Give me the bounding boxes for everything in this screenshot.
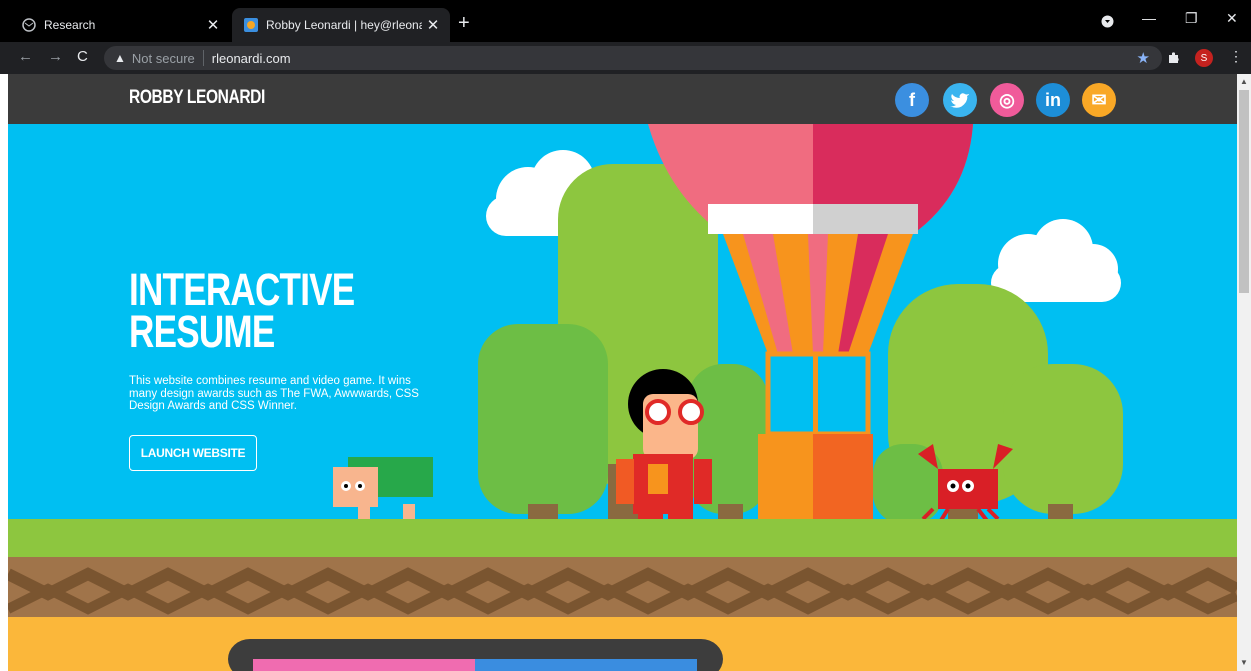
address-bar[interactable]: ▲ Not secure rleonardi.com ★	[104, 46, 1162, 70]
back-icon[interactable]: ←	[18, 48, 33, 65]
hero-description: This website combines resume and video g…	[129, 375, 419, 412]
tab-robby-leonardi[interactable]: Robby Leonardi | hey@rleonardi. ✕	[232, 8, 450, 42]
hero-title: INTERACTIVE RESUME	[129, 264, 355, 357]
scroll-up-arrow-icon[interactable]: ▲	[1240, 77, 1248, 86]
security-label: Not secure	[131, 50, 195, 66]
menu-icon[interactable]: ⋮	[1229, 48, 1243, 65]
dribbble-icon[interactable]: ◎	[990, 83, 1024, 117]
scroll-down-arrow-icon[interactable]: ▼	[1240, 658, 1248, 667]
forward-icon[interactable]: →	[48, 48, 63, 65]
twitter-icon[interactable]	[943, 83, 977, 117]
extensions-icon[interactable]	[1167, 51, 1181, 65]
tab-title: Research	[44, 18, 96, 32]
hero-title-line2: RESUME	[129, 306, 275, 357]
browser-tab-bar: Research ✕ Robby Leonardi | hey@rleonard…	[0, 0, 1251, 42]
url-text: rleonardi.com	[211, 50, 291, 66]
site-header: ROBBY LEONARDI f ◎ in ✉	[8, 74, 1237, 124]
page-scrollbar[interactable]: ▲ ▼	[1237, 74, 1251, 671]
facebook-icon[interactable]: f	[895, 83, 929, 117]
site-favicon-icon	[244, 18, 258, 32]
globe-icon	[22, 18, 36, 32]
window-close-icon[interactable]: ✕	[1226, 10, 1238, 27]
turtle-character	[333, 457, 433, 519]
divider	[202, 50, 204, 66]
restore-icon[interactable]: ❐	[1185, 10, 1198, 27]
star-icon[interactable]: ★	[1137, 49, 1150, 67]
tab-title: Robby Leonardi | hey@rleonardi.	[266, 18, 422, 32]
linkedin-icon[interactable]: in	[1036, 83, 1070, 117]
tab-search-icon[interactable]	[1101, 15, 1114, 28]
reload-icon[interactable]: C	[77, 48, 88, 65]
scroll-thumb[interactable]	[1239, 90, 1249, 293]
minimize-icon[interactable]: —	[1142, 10, 1156, 26]
profile-initial: S	[1200, 52, 1208, 64]
profile-avatar[interactable]: S	[1195, 49, 1213, 67]
grass-strip	[8, 519, 1237, 559]
warning-icon[interactable]: ▲	[114, 51, 126, 65]
browser-toolbar: ← → C ▲ Not secure rleonardi.com ★ S ⋮	[0, 42, 1251, 74]
close-tab-icon[interactable]: ✕	[202, 16, 224, 34]
tab-research[interactable]: Research ✕	[0, 8, 230, 42]
close-tab-icon[interactable]: ✕	[422, 16, 444, 34]
hero-title-line1: INTERACTIVE	[129, 264, 355, 315]
email-icon[interactable]: ✉	[1082, 83, 1116, 117]
new-tab-button[interactable]: +	[458, 12, 470, 34]
launch-website-button[interactable]: LAUNCH WEBSITE	[129, 435, 257, 471]
site-brand[interactable]: ROBBY LEONARDI	[129, 87, 265, 109]
page-viewport: ROBBY LEONARDI f ◎ in ✉ INTERACTIVE RESU…	[8, 74, 1237, 671]
